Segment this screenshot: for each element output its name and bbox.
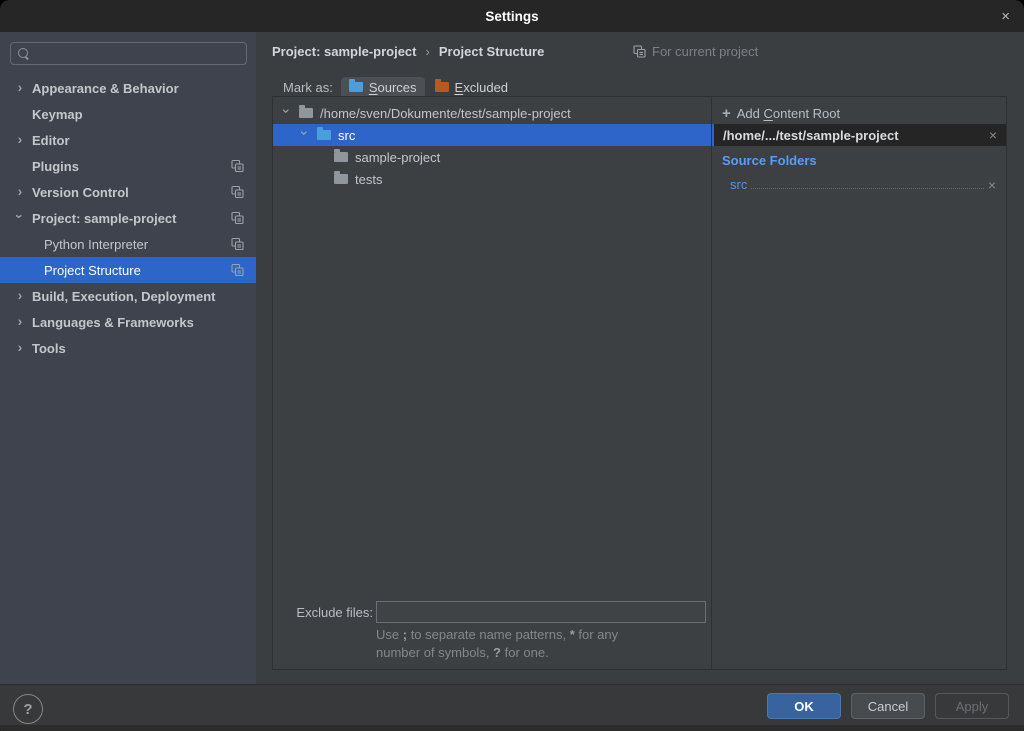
dialog-footer: ? OK Cancel Apply xyxy=(0,684,1024,731)
settings-content: Project: sample-project › Project Struct… xyxy=(256,32,1024,684)
remove-content-root-icon[interactable]: × xyxy=(989,128,997,142)
remove-source-folder-icon[interactable]: × xyxy=(988,178,996,192)
sidebar-item-languages-frameworks[interactable]: Languages & Frameworks xyxy=(0,309,256,335)
breadcrumb-page: Project Structure xyxy=(439,44,544,59)
source-folder-row[interactable]: src × xyxy=(730,174,996,192)
search-icon xyxy=(18,48,29,59)
exclude-hint-line1: Use ; to separate name patterns, * for a… xyxy=(376,627,618,642)
breadcrumb-separator-icon: › xyxy=(426,44,430,59)
chevron-down-icon xyxy=(13,210,27,222)
chevron-down-icon[interactable] xyxy=(280,105,294,117)
sidebar-item-project[interactable]: Project: sample-project xyxy=(0,205,256,231)
tree-row-tests[interactable]: tests xyxy=(273,168,711,190)
question-mark-icon: ? xyxy=(23,701,32,718)
content-root-path: /home/.../test/sample-project xyxy=(723,128,989,143)
folder-icon xyxy=(334,174,348,184)
chevron-down-icon[interactable] xyxy=(298,127,312,139)
structure-panels: /home/sven/Dokumente/test/sample-project… xyxy=(272,96,1007,670)
chevron-right-icon xyxy=(14,132,26,146)
add-content-root-button[interactable]: + Add Content Root xyxy=(722,103,840,123)
content-root-details: + Add Content Root /home/.../test/sample… xyxy=(711,97,1006,669)
mark-sources-button[interactable]: Sources xyxy=(341,77,425,98)
chevron-right-icon xyxy=(14,80,26,94)
project-settings-icon xyxy=(231,186,244,199)
project-settings-icon xyxy=(231,264,244,277)
plus-icon: + xyxy=(722,106,731,121)
sidebar-item-tools[interactable]: Tools xyxy=(0,335,256,361)
source-folder-icon xyxy=(317,130,331,140)
breadcrumb-project[interactable]: Project: sample-project xyxy=(272,44,417,59)
sidebar-item-version-control[interactable]: Version Control xyxy=(0,179,256,205)
settings-search-input[interactable] xyxy=(10,42,247,65)
source-folders-title: Source Folders xyxy=(722,153,817,168)
close-icon[interactable]: × xyxy=(997,0,1014,32)
chevron-right-icon xyxy=(14,184,26,198)
content-root-header[interactable]: /home/.../test/sample-project × xyxy=(712,124,1006,146)
dialog-title: Settings xyxy=(485,9,538,24)
content-root-tree: /home/sven/Dokumente/test/sample-project… xyxy=(273,97,711,669)
sidebar-item-keymap[interactable]: Keymap xyxy=(0,101,256,127)
tree-row-src[interactable]: src xyxy=(273,124,711,146)
title-bar: Settings × xyxy=(0,0,1024,32)
excluded-folder-icon xyxy=(435,82,449,92)
source-folder-name[interactable]: src xyxy=(730,177,749,192)
mark-excluded-button[interactable]: Excluded xyxy=(427,77,516,98)
chevron-right-icon xyxy=(14,314,26,328)
dotted-leader xyxy=(751,188,983,189)
exclude-files-label: Exclude files: xyxy=(284,605,373,620)
sidebar-item-appearance-behavior[interactable]: Appearance & Behavior xyxy=(0,75,256,101)
settings-menu: Appearance & Behavior Keymap Editor Plug… xyxy=(0,75,256,361)
folder-icon xyxy=(299,108,313,118)
project-settings-icon xyxy=(633,45,646,58)
ok-button[interactable]: OK xyxy=(767,693,841,719)
tree-row-sample-project[interactable]: sample-project xyxy=(273,146,711,168)
settings-sidebar: Appearance & Behavior Keymap Editor Plug… xyxy=(0,32,256,684)
apply-button: Apply xyxy=(935,693,1009,719)
sources-folder-icon xyxy=(349,82,363,92)
cancel-button[interactable]: Cancel xyxy=(851,693,925,719)
scope-indicator: For current project xyxy=(633,40,758,62)
exclude-files-input[interactable] xyxy=(376,601,706,623)
sidebar-item-build-execution-deployment[interactable]: Build, Execution, Deployment xyxy=(0,283,256,309)
dialog-buttons: OK Cancel Apply xyxy=(767,693,1009,719)
chevron-right-icon xyxy=(14,340,26,354)
sidebar-item-plugins[interactable]: Plugins xyxy=(0,153,256,179)
folder-icon xyxy=(334,152,348,162)
exclude-hint-line2: number of symbols, ? for one. xyxy=(376,645,549,660)
project-settings-icon xyxy=(231,160,244,173)
tree-row-root[interactable]: /home/sven/Dokumente/test/sample-project xyxy=(273,102,711,124)
sidebar-item-python-interpreter[interactable]: Python Interpreter xyxy=(0,231,256,257)
project-settings-icon xyxy=(231,238,244,251)
scope-label: For current project xyxy=(652,44,758,59)
settings-dialog: Settings × Appearance & Behavior Keymap … xyxy=(0,0,1024,731)
breadcrumb: Project: sample-project › Project Struct… xyxy=(272,40,544,62)
project-settings-icon xyxy=(231,212,244,225)
sidebar-item-editor[interactable]: Editor xyxy=(0,127,256,153)
help-button[interactable]: ? xyxy=(13,694,43,724)
sidebar-item-project-structure[interactable]: Project Structure xyxy=(0,257,256,283)
chevron-right-icon xyxy=(14,288,26,302)
mark-as-label: Mark as: xyxy=(283,80,333,95)
